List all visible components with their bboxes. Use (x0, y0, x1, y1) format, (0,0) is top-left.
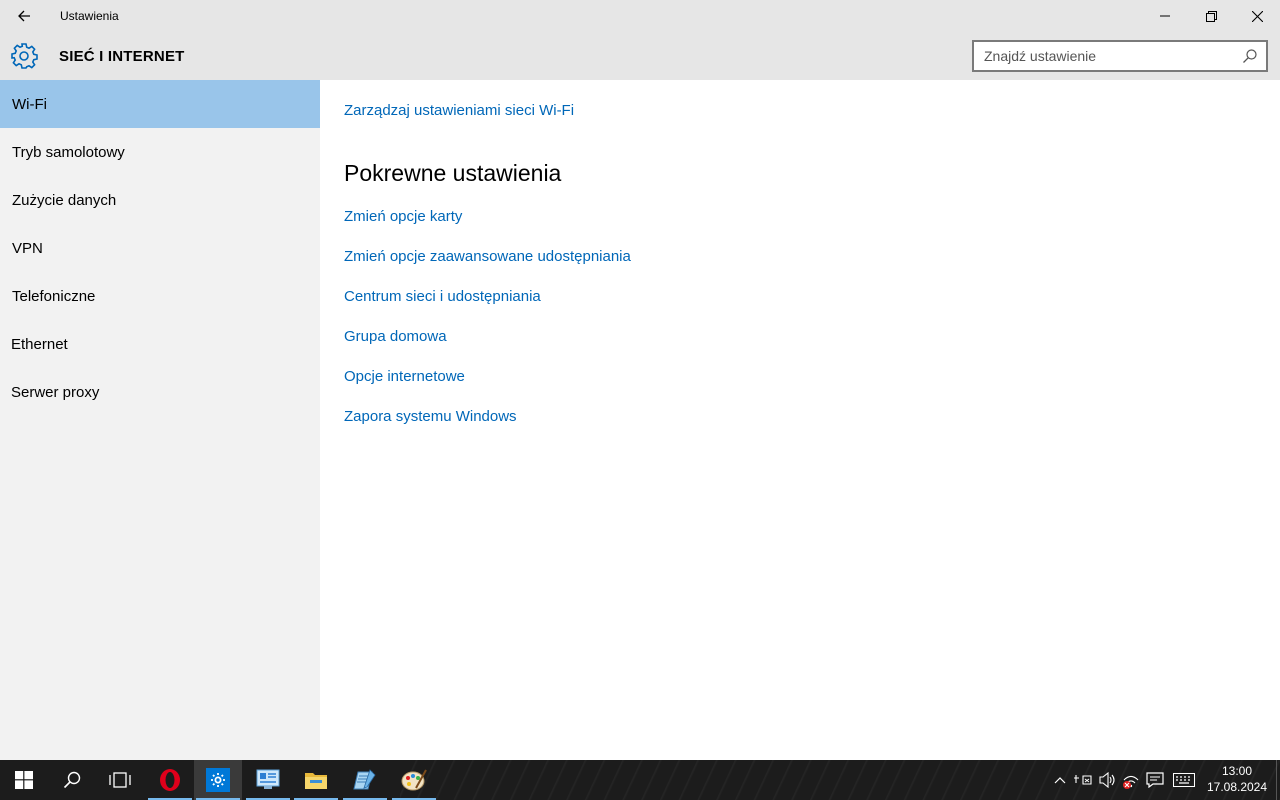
related-link-homegroup[interactable]: Grupa domowa (344, 328, 447, 345)
sidebar-item-vpn[interactable]: VPN (0, 224, 320, 272)
sidebar-item-label: Telefoniczne (12, 287, 96, 305)
control-panel-icon (256, 769, 280, 789)
gear-icon (11, 43, 38, 69)
search-icon[interactable] (1242, 48, 1258, 64)
taskbar-app-file-explorer[interactable] (292, 760, 340, 800)
notification-icon (1146, 772, 1164, 788)
speaker-icon (1099, 772, 1115, 788)
taskbar-app-opera[interactable] (146, 760, 194, 800)
related-link-firewall[interactable]: Zapora systemu Windows (344, 408, 517, 425)
title-bar: Ustawienia (0, 0, 1280, 32)
settings-icon (206, 768, 230, 792)
clock-time: 13:00 (1221, 764, 1253, 778)
sidebar-item-airplane-mode[interactable]: Tryb samolotowy (0, 128, 320, 176)
settings-window: Ustawienia SIEĆ I INTERNET Wi-Fi Tryb sa… (0, 0, 1280, 760)
search-icon (63, 771, 81, 789)
close-icon (1251, 10, 1263, 22)
chevron-up-icon (1054, 777, 1066, 784)
sidebar-item-wifi[interactable]: Wi-Fi (0, 80, 320, 128)
action-center-button[interactable] (1145, 770, 1165, 790)
network-status-button[interactable] (1121, 770, 1141, 790)
restore-button[interactable] (1188, 0, 1234, 32)
sidebar-item-label: Tryb samolotowy (12, 143, 125, 161)
sidebar: Wi-Fi Tryb samolotowy Zużycie danych VPN… (0, 80, 320, 760)
related-link-internet-options[interactable]: Opcje internetowe (344, 368, 465, 385)
show-desktop-button[interactable] (1276, 760, 1280, 800)
paint-palette-icon (401, 769, 427, 791)
task-view-icon (109, 772, 131, 788)
start-button[interactable] (0, 760, 48, 800)
settings-header: SIEĆ I INTERNET (0, 32, 1280, 80)
sidebar-item-label: VPN (12, 239, 43, 257)
sidebar-item-proxy[interactable]: Serwer proxy (0, 368, 320, 416)
keyboard-icon (1173, 773, 1195, 787)
page-title: SIEĆ I INTERNET (59, 48, 185, 65)
related-link-adapter-options[interactable]: Zmień opcje karty (344, 208, 462, 225)
show-hidden-icons-button[interactable] (1050, 770, 1070, 790)
sidebar-item-label: Zużycie danych (12, 191, 117, 209)
manage-wifi-link[interactable]: Zarządzaj ustawieniami sieci Wi-Fi (344, 102, 574, 119)
touch-keyboard-button[interactable] (1172, 770, 1196, 790)
taskbar-app-control-panel[interactable] (244, 760, 292, 800)
system-clock[interactable]: 13:00 17.08.2024 (1200, 763, 1274, 795)
related-settings-heading: Pokrewne ustawienia (344, 160, 562, 186)
clock-date: 17.08.2024 (1206, 780, 1268, 794)
opera-icon (160, 769, 180, 791)
search-box[interactable] (972, 40, 1268, 72)
search-input[interactable] (974, 42, 1234, 70)
volume-button[interactable] (1098, 770, 1118, 790)
taskbar-app-paint[interactable] (390, 760, 438, 800)
minimize-icon (1160, 15, 1170, 17)
sidebar-item-data-usage[interactable]: Zużycie danych (0, 176, 320, 224)
close-button[interactable] (1234, 0, 1280, 32)
sidebar-item-ethernet[interactable]: Ethernet (0, 320, 320, 368)
windows-logo-icon (15, 771, 33, 789)
taskbar-search-button[interactable] (48, 760, 96, 800)
folder-icon (305, 773, 327, 789)
notepad-icon (353, 769, 376, 790)
restore-icon (1205, 10, 1217, 22)
taskbar: 13:00 17.08.2024 (0, 760, 1280, 800)
wifi-disconnected-icon (1123, 775, 1139, 789)
sidebar-item-dial-up[interactable]: Telefoniczne (0, 272, 320, 320)
taskbar-app-settings[interactable] (194, 760, 242, 800)
keyboard-ime-icon (1074, 775, 1092, 785)
main-content: Zarządzaj ustawieniami sieci Wi-Fi Pokre… (320, 80, 1280, 760)
task-view-button[interactable] (96, 760, 144, 800)
related-link-advanced-sharing[interactable]: Zmień opcje zaawansowane udostępniania (344, 248, 631, 265)
window-title: Ustawienia (60, 9, 119, 23)
sidebar-item-label: Ethernet (11, 335, 68, 353)
back-button[interactable] (8, 0, 40, 32)
taskbar-app-notepad[interactable] (341, 760, 389, 800)
related-link-network-center[interactable]: Centrum sieci i udostępniania (344, 288, 541, 305)
sidebar-item-label: Wi-Fi (12, 95, 47, 113)
sidebar-item-label: Serwer proxy (11, 383, 100, 401)
language-input-indicator[interactable] (1073, 770, 1093, 790)
arrow-left-icon (18, 10, 30, 22)
minimize-button[interactable] (1142, 0, 1188, 32)
